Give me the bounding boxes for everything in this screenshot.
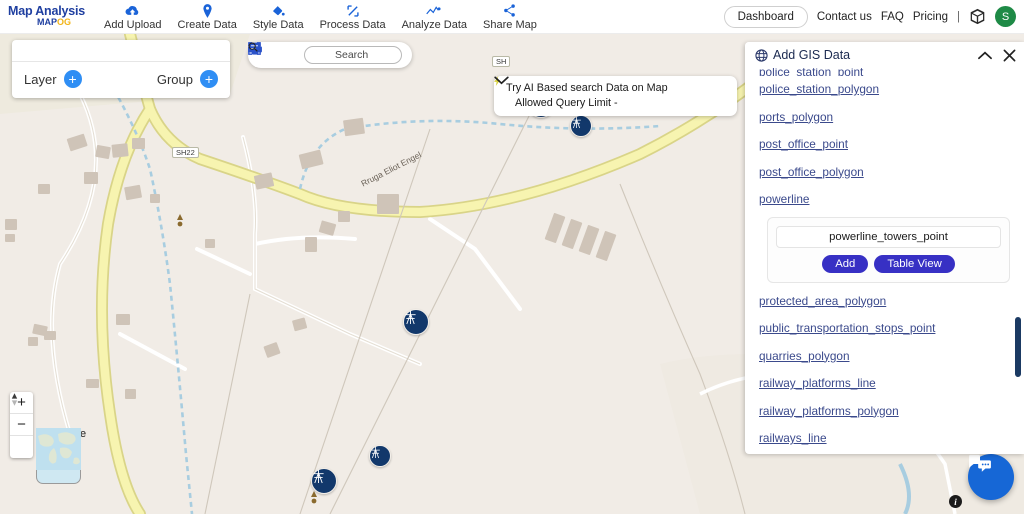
brand-sub-map: MAP bbox=[36, 17, 57, 28]
add-layer-confirm-button[interactable]: Add bbox=[822, 254, 869, 273]
brand-logo[interactable]: Map Analysis MAPOG bbox=[0, 5, 92, 28]
avatar[interactable]: S bbox=[995, 6, 1016, 27]
gis-layer-item-powerline[interactable]: powerline bbox=[759, 186, 1024, 214]
nav-label: Analyze Data bbox=[401, 19, 468, 31]
gis-panel-scrollbar[interactable] bbox=[1015, 317, 1021, 377]
layer-group-panel: Layer + Group + bbox=[12, 40, 230, 98]
ai-banner-line2: Allowed Query Limit - bbox=[515, 97, 618, 109]
map-toolbar bbox=[248, 42, 412, 68]
gis-panel-actions bbox=[978, 49, 1016, 62]
paint-bucket-icon bbox=[271, 3, 285, 18]
pricing-link[interactable]: Pricing bbox=[913, 11, 948, 23]
layer-panel-header bbox=[12, 40, 230, 62]
gis-layer-item[interactable]: railway_platforms_line bbox=[759, 370, 1024, 398]
brand-sub-og: OG bbox=[56, 17, 71, 28]
add-gis-data-panel: Add GIS Data police_station_point police… bbox=[745, 42, 1024, 454]
close-icon[interactable] bbox=[1003, 49, 1016, 62]
chevron-up-icon[interactable] bbox=[978, 51, 992, 60]
map-type-control: Map Type bbox=[36, 428, 86, 484]
nav-style-data[interactable]: Style Data bbox=[245, 2, 312, 31]
transform-icon bbox=[346, 3, 360, 18]
gis-panel-title: Add GIS Data bbox=[773, 48, 851, 62]
nav-label: Add Upload bbox=[104, 19, 162, 31]
powerline-tower-marker[interactable] bbox=[570, 115, 592, 137]
gis-layer-item[interactable]: ports_polygon bbox=[759, 104, 1024, 132]
layer-action-popup: powerline_towers_point Add Table View bbox=[767, 216, 1010, 283]
add-group-button[interactable]: + bbox=[200, 70, 218, 88]
nav-share-map[interactable]: Share Map bbox=[475, 2, 545, 31]
nav-label: Process Data bbox=[319, 19, 386, 31]
nav-analyze-data[interactable]: Analyze Data bbox=[394, 2, 475, 31]
nav-label: Style Data bbox=[252, 19, 304, 31]
cube-icon[interactable] bbox=[969, 8, 986, 25]
compass-icon[interactable] bbox=[10, 393, 33, 458]
powerline-tower-icon bbox=[572, 117, 581, 129]
ai-banner-text: Try AI Based search Data on Map Allowed … bbox=[494, 76, 729, 111]
chat-support-button[interactable] bbox=[968, 454, 1014, 500]
gis-layer-item[interactable]: railway_platforms_polygon bbox=[759, 398, 1024, 426]
group-label: Group bbox=[156, 71, 193, 87]
gis-panel-header: Add GIS Data bbox=[745, 42, 1024, 68]
nav-label: Create Data bbox=[177, 19, 237, 31]
gis-layer-item[interactable]: railways_line bbox=[759, 425, 1024, 453]
map-search-box[interactable] bbox=[248, 42, 402, 64]
route-shield-sh: SH bbox=[492, 56, 511, 67]
zoom-out-button[interactable]: − bbox=[10, 414, 33, 436]
share-icon bbox=[503, 3, 516, 18]
faq-link[interactable]: FAQ bbox=[881, 11, 904, 23]
powerline-tower-icon bbox=[405, 311, 416, 325]
chat-bubbles-icon bbox=[969, 454, 991, 472]
powerline-tower-marker[interactable] bbox=[311, 468, 337, 494]
map-search-input[interactable] bbox=[335, 49, 383, 61]
gis-layer-item[interactable]: protected_area_polygon bbox=[759, 288, 1024, 316]
add-layer-button[interactable]: + bbox=[63, 70, 82, 88]
popup-layer-name: powerline_towers_point bbox=[776, 225, 1001, 248]
popup-buttons: Add Table View bbox=[776, 254, 1001, 273]
header-right-group: Dashboard Contact us FAQ Pricing | S bbox=[723, 5, 1024, 28]
map-type-thumbnail[interactable] bbox=[36, 428, 81, 484]
group-control: Group + bbox=[157, 70, 218, 88]
powerline-tower-icon bbox=[313, 470, 324, 484]
route-shield-sh22: SH22 bbox=[172, 147, 199, 158]
primary-nav: Add Upload Create Data Style Data Proces… bbox=[96, 2, 545, 31]
nav-label: Share Map bbox=[483, 19, 537, 31]
map-pin-icon bbox=[202, 3, 213, 18]
layer-control: Layer + bbox=[24, 70, 82, 88]
gis-layer-list[interactable]: police_station_point police_station_poly… bbox=[745, 68, 1024, 454]
nav-process-data[interactable]: Process Data bbox=[312, 2, 394, 31]
ai-banner-line1: Try AI Based search Data on Map bbox=[506, 82, 668, 95]
nav-add-upload[interactable]: Add Upload bbox=[96, 2, 170, 31]
app-header: Map Analysis MAPOG Add Upload Create Dat… bbox=[0, 0, 1024, 34]
nav-create-data[interactable]: Create Data bbox=[170, 2, 245, 31]
analytics-icon bbox=[426, 3, 442, 18]
ai-banner-line2-row: Allowed Query Limit - bbox=[494, 76, 729, 111]
powerline-tower-icon bbox=[371, 447, 380, 459]
gis-layer-item[interactable]: police_station_polygon bbox=[759, 76, 1024, 104]
dashboard-button[interactable]: Dashboard bbox=[723, 5, 808, 28]
cloud-upload-icon bbox=[125, 3, 140, 18]
table-view-button[interactable]: Table View bbox=[874, 254, 955, 273]
contact-us-link[interactable]: Contact us bbox=[817, 11, 872, 23]
layer-label: Layer bbox=[24, 71, 57, 87]
brand-subtitle: MAPOG bbox=[8, 18, 92, 27]
powerline-tower-marker[interactable] bbox=[403, 309, 429, 335]
app-root: Map Analysis MAPOG Add Upload Create Dat… bbox=[0, 0, 1024, 514]
gis-layer-item-clipped[interactable]: police_station_point bbox=[759, 68, 1024, 76]
map-info-icon[interactable]: i bbox=[949, 495, 962, 508]
layer-panel-row: Layer + Group + bbox=[12, 62, 230, 98]
header-separator: | bbox=[957, 10, 960, 23]
zoom-controls: + − bbox=[10, 392, 33, 458]
gis-layer-item[interactable]: public_transportation_stops_point bbox=[759, 315, 1024, 343]
gis-layer-item[interactable]: quarries_polygon bbox=[759, 343, 1024, 371]
ai-search-banner[interactable]: Try AI Based search Data on Map Allowed … bbox=[494, 76, 737, 116]
gis-layer-item[interactable]: post_office_polygon bbox=[759, 159, 1024, 187]
gis-layer-item[interactable]: post_office_point bbox=[759, 131, 1024, 159]
globe-icon bbox=[755, 48, 768, 62]
powerline-tower-marker[interactable] bbox=[369, 445, 391, 467]
